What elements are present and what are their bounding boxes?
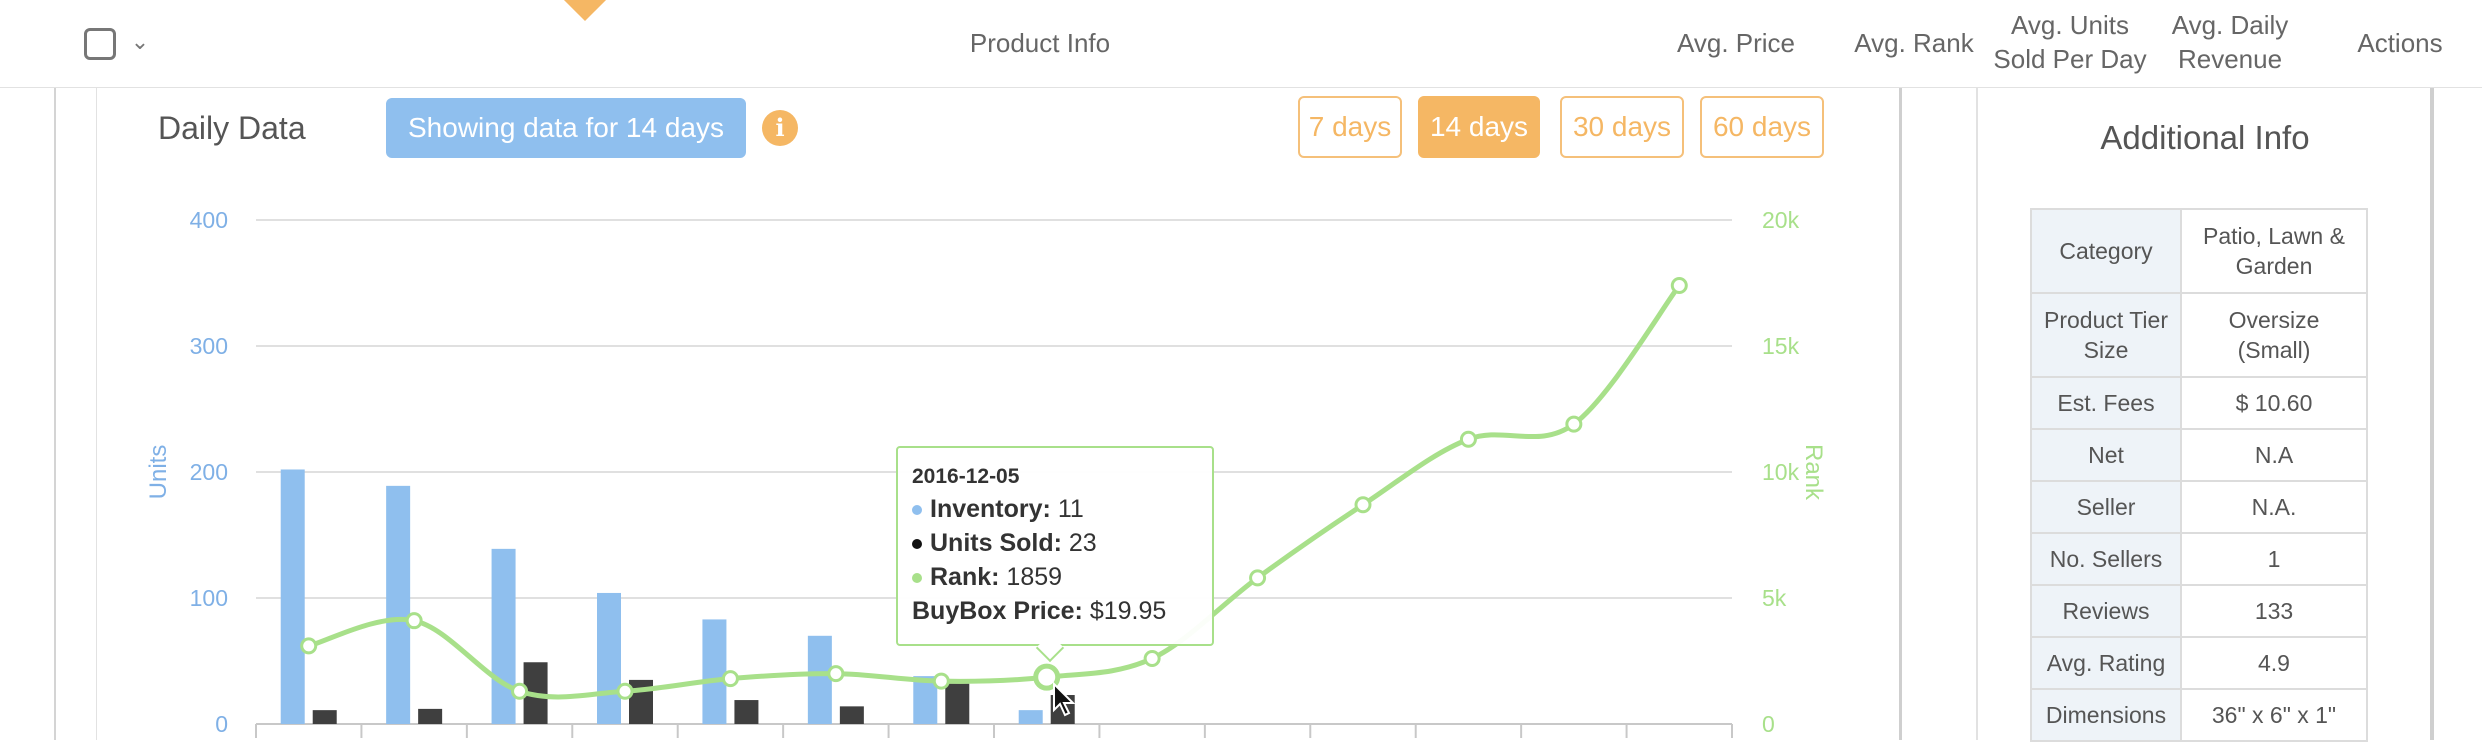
mouse-cursor-icon	[1053, 682, 1076, 717]
info-key: Net	[2030, 428, 2182, 482]
inventory-bar	[491, 548, 516, 724]
info-row: Net N.A	[2030, 428, 2368, 482]
additional-info-title: Additional Info	[2100, 119, 2310, 156]
info-row: Seller N.A.	[2030, 480, 2368, 534]
left-tick-label: 0	[215, 711, 228, 737]
info-row: Product Tier Size Oversize (Small)	[2030, 292, 2368, 378]
left-tick-label: 300	[190, 333, 228, 359]
units-sold-bar	[839, 706, 864, 724]
rank-point	[1249, 569, 1267, 587]
rank-point	[721, 670, 739, 688]
info-value: Oversize (Small)	[2180, 292, 2368, 378]
info-row: Avg. Rating 4.9	[2030, 636, 2368, 690]
info-key: Avg. Rating	[2030, 636, 2182, 690]
tooltip-units-value: 23	[1068, 529, 1097, 557]
units-sold-bar	[418, 708, 443, 724]
right-tick-label: 5k	[1762, 585, 1787, 611]
units-sold-bar	[312, 710, 337, 724]
rank-point	[511, 682, 529, 700]
rank-point	[1143, 649, 1161, 667]
right-tick-label: 15k	[1762, 333, 1800, 359]
left-tick-label: 200	[190, 459, 228, 485]
tooltip-inventory-label: Inventory:	[930, 495, 1051, 523]
right-tick-label: 10k	[1762, 459, 1800, 485]
info-key: Product Tier Size	[2030, 292, 2182, 378]
tooltip-inventory-value: 11	[1057, 495, 1084, 523]
rank-point	[932, 672, 950, 690]
info-key: Seller	[2030, 480, 2182, 534]
inventory-bar	[597, 592, 621, 724]
right-tick-label: 0	[1762, 711, 1775, 737]
rank-dot-icon	[912, 573, 922, 584]
units-sold-dot-icon	[912, 539, 922, 550]
inventory-bar	[807, 635, 832, 724]
rank-point	[1354, 496, 1372, 514]
tooltip-date: 2016-12-05	[912, 465, 1020, 488]
tooltip-units-row: Units Sold: 23	[912, 526, 1198, 560]
units-sold-bar	[734, 700, 759, 724]
info-key: No. Sellers	[2030, 532, 2182, 586]
info-key: Reviews	[2030, 584, 2182, 638]
rank-point	[300, 637, 318, 655]
info-key: Est. Fees	[2030, 376, 2182, 430]
info-key: Dimensions	[2030, 688, 2182, 742]
inventory-bar	[702, 619, 727, 724]
tooltip-buybox-row: BuyBox Price: $19.95	[912, 594, 1198, 628]
rank-point	[1459, 430, 1477, 448]
info-key: Category	[2030, 208, 2182, 294]
rank-point	[827, 665, 845, 683]
info-row: Dimensions 36" x 6" x 1"	[2030, 688, 2368, 742]
inventory-dot-icon	[912, 505, 922, 516]
info-row: Reviews 133	[2030, 584, 2368, 638]
rank-point	[1565, 415, 1583, 433]
left-axis-title: Units	[145, 445, 172, 500]
rank-point	[616, 682, 634, 700]
inventory-bar	[1018, 710, 1043, 724]
info-value: $ 10.60	[2180, 376, 2368, 430]
tooltip-rank-row: Rank: 1859	[912, 560, 1198, 594]
right-axis-title: Rank	[1800, 444, 1827, 501]
units-sold-bar	[945, 683, 970, 724]
info-value: 133	[2180, 584, 2368, 638]
inventory-bar	[386, 485, 411, 724]
tooltip-rank-value: 1859	[1006, 563, 1063, 591]
tooltip-buybox-value: $19.95	[1089, 597, 1167, 625]
rank-point	[1670, 277, 1688, 295]
tooltip-inventory-row: Inventory: 11	[912, 492, 1198, 526]
tooltip-units-label: Units Sold:	[930, 529, 1062, 557]
additional-info-table: Category Patio, Lawn & Garden Product Tier…	[2030, 208, 2368, 742]
info-value: Patio, Lawn & Garden	[2180, 208, 2368, 294]
info-value: 1	[2180, 532, 2368, 586]
info-value: N.A.	[2180, 480, 2368, 534]
info-row: No. Sellers 1	[2030, 532, 2368, 586]
inventory-bar	[280, 469, 305, 724]
info-value: 36" x 6" x 1"	[2180, 688, 2368, 742]
left-tick-label: 400	[190, 207, 228, 233]
rank-point	[405, 612, 423, 630]
left-tick-label: 100	[190, 585, 228, 611]
info-value: N.A	[2180, 428, 2368, 482]
chart-tooltip: 2016-12-05 Inventory: 11 Units Sold: 23 …	[896, 446, 1214, 646]
info-row: Est. Fees $ 10.60	[2030, 376, 2368, 430]
info-value: 4.9	[2180, 636, 2368, 690]
right-tick-label: 20k	[1762, 207, 1800, 233]
info-row: Category Patio, Lawn & Garden	[2030, 208, 2368, 294]
tooltip-rank-label: Rank:	[930, 563, 1000, 591]
tooltip-buybox-label: BuyBox Price:	[912, 597, 1083, 625]
